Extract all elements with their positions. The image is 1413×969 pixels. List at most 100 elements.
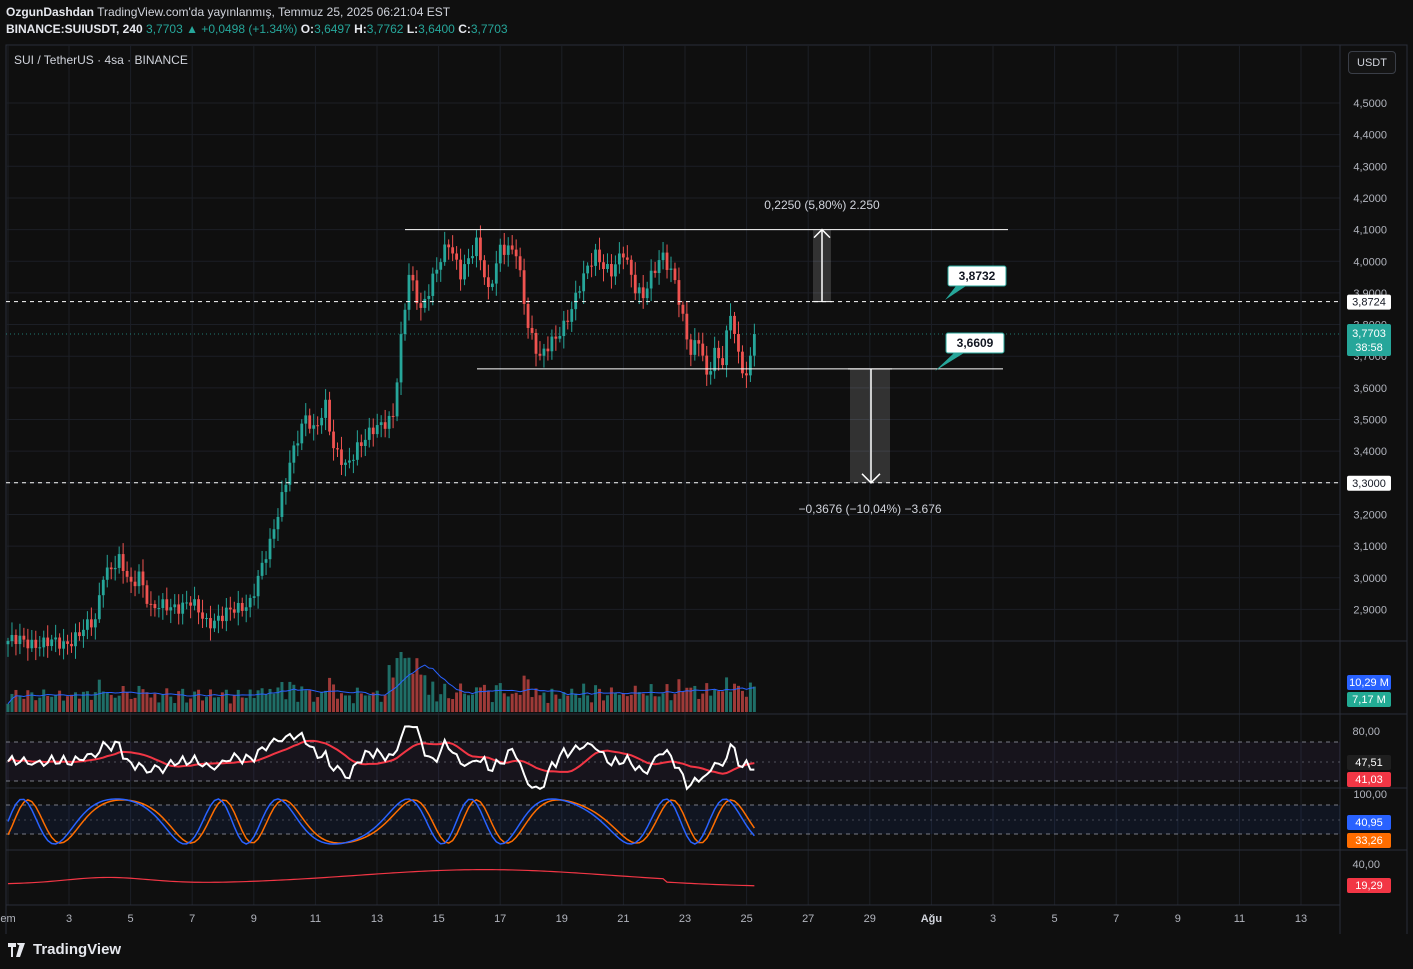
- volume-bar: [602, 700, 605, 712]
- candle-body: [157, 608, 161, 610]
- candle-body: [725, 330, 728, 366]
- candle-body: [737, 333, 740, 352]
- volume-bar: [713, 689, 717, 712]
- rsi-tick: 80,00: [1352, 726, 1380, 738]
- candle-body: [201, 612, 204, 619]
- candle-body: [189, 602, 193, 606]
- candle-body: [30, 639, 34, 649]
- volume-bar: [518, 694, 522, 712]
- volume-bar: [208, 689, 212, 712]
- volume-bar: [165, 688, 169, 712]
- volume-bar: [701, 693, 705, 712]
- candle-body: [625, 257, 629, 260]
- tradingview-logo[interactable]: TradingView: [8, 941, 121, 958]
- candle-body: [693, 340, 697, 355]
- volume-bar: [332, 684, 336, 712]
- time-tick: 11: [1234, 913, 1245, 925]
- stoch-tick: 100,00: [1353, 789, 1387, 801]
- level-label: 3,3000: [1352, 478, 1386, 490]
- volume-bar: [427, 694, 431, 712]
- candle-body: [264, 559, 268, 563]
- candle-body: [165, 599, 169, 611]
- candle-body: [351, 459, 355, 461]
- volume-bar: [252, 698, 256, 712]
- volume-bar: [10, 693, 14, 712]
- candle-body: [709, 371, 713, 375]
- candle-body: [574, 292, 578, 310]
- time-tick: 5: [1052, 913, 1058, 925]
- candle-body: [399, 334, 403, 383]
- volume-bar: [697, 698, 701, 712]
- candle-body: [375, 425, 379, 435]
- candle-body: [248, 597, 252, 608]
- candle-body: [554, 336, 558, 339]
- volume-bar: [502, 693, 506, 712]
- volume-bar: [121, 685, 125, 712]
- candle-body: [46, 637, 50, 647]
- volume-bar: [149, 697, 153, 712]
- candle-body: [54, 637, 58, 640]
- price-tick: 3,6000: [1353, 383, 1387, 395]
- time-tick: 5: [128, 913, 134, 925]
- time-tick: 21: [617, 913, 629, 925]
- volume-bar: [42, 689, 46, 712]
- candle-body: [173, 604, 177, 608]
- candle-body: [645, 288, 649, 299]
- candle-body: [586, 265, 590, 274]
- volume-bar: [232, 695, 236, 712]
- volume-bar: [173, 703, 177, 712]
- candle-body: [657, 260, 661, 274]
- candle-body: [181, 602, 185, 614]
- currency-button[interactable]: USDT: [1348, 51, 1396, 74]
- candle-body: [494, 263, 498, 284]
- volume-bar: [526, 679, 530, 712]
- measure-down-box[interactable]: [850, 368, 890, 483]
- tradingview-logo-icon: [8, 942, 25, 957]
- volume-bar: [284, 699, 288, 712]
- candle-body: [697, 340, 701, 344]
- candle-body: [502, 244, 506, 255]
- price-tick: 4,1000: [1353, 225, 1387, 237]
- candle-body: [713, 347, 717, 372]
- volume-bar: [542, 692, 546, 712]
- candle-body: [637, 287, 641, 294]
- candle-body: [292, 445, 296, 463]
- candle-body: [344, 462, 347, 465]
- volume-bar: [236, 689, 240, 712]
- candle-body: [169, 607, 173, 611]
- candle-body: [367, 427, 371, 440]
- candle-body: [546, 348, 550, 352]
- candle-body: [220, 615, 224, 622]
- volume-bar: [70, 694, 74, 712]
- candle-body: [387, 415, 391, 429]
- candle-body: [562, 320, 566, 337]
- candle-body: [542, 348, 546, 356]
- chart-canvas[interactable]: 0,2250 (5,80%) 2.250 −0,3676 (−10,04%) −3…: [0, 0, 1413, 934]
- volume-bar: [736, 685, 740, 712]
- volume-bar: [570, 688, 574, 712]
- volume-bar: [169, 696, 173, 712]
- volume-bar: [403, 658, 407, 712]
- candle-body: [328, 399, 331, 432]
- candle-body: [38, 647, 42, 649]
- candle-body: [411, 274, 415, 281]
- volume-bar: [351, 703, 355, 712]
- volume-bar: [308, 690, 312, 712]
- volume-bar: [336, 698, 340, 712]
- indicator-tick: 40,00: [1352, 859, 1380, 871]
- time-tick: 27: [802, 913, 814, 925]
- volume-bar: [574, 693, 578, 712]
- volume-bar: [506, 696, 510, 712]
- candle-body: [610, 263, 613, 277]
- candle-body: [443, 244, 447, 263]
- candle-body: [681, 304, 685, 314]
- candle-body: [641, 287, 645, 299]
- candle-body: [629, 259, 633, 275]
- price-tick: 3,5000: [1353, 415, 1387, 427]
- candle-body: [582, 273, 586, 292]
- time-tick: 9: [251, 913, 257, 925]
- time-tick: Ağu: [921, 913, 942, 925]
- volume-bar: [201, 700, 205, 712]
- volume-bar: [407, 657, 411, 712]
- volume-bar: [443, 683, 447, 712]
